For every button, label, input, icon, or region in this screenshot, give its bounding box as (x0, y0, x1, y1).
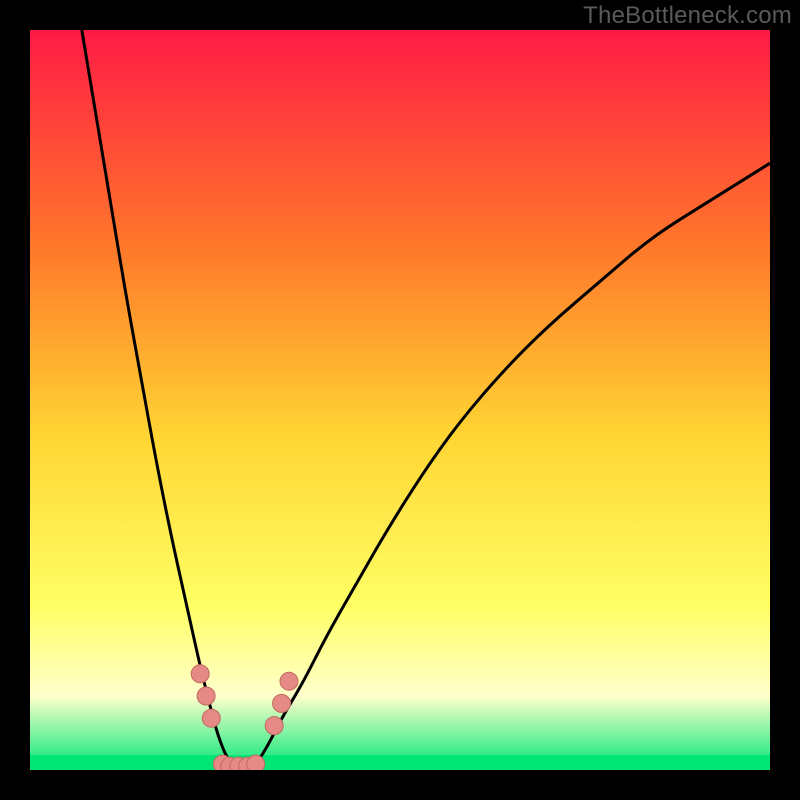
gradient-bg (30, 30, 770, 770)
data-marker (280, 672, 298, 690)
data-marker (202, 709, 220, 727)
data-marker (265, 717, 283, 735)
green-baseline (30, 755, 770, 770)
chart-container: TheBottleneck.com (0, 0, 800, 800)
plot-area (30, 30, 770, 770)
data-marker (191, 665, 209, 683)
data-marker (273, 694, 291, 712)
data-marker (247, 755, 265, 770)
data-marker (197, 687, 215, 705)
chart-svg (30, 30, 770, 770)
watermark-text: TheBottleneck.com (583, 2, 792, 30)
